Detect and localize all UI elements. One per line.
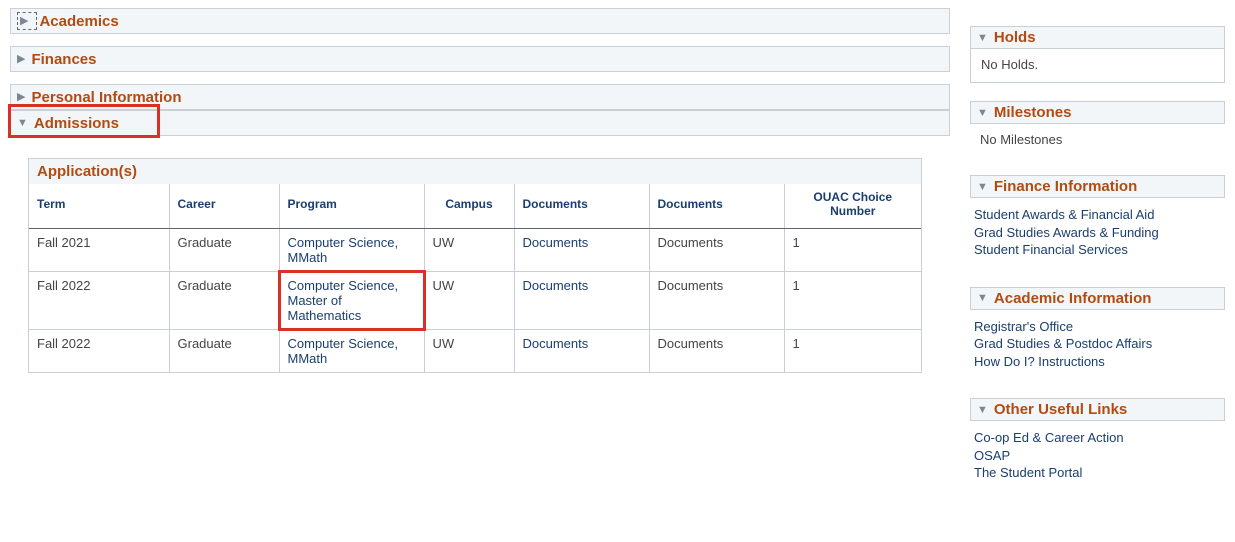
triangle-down-icon: ▼ bbox=[977, 32, 988, 44]
sidebar-other-body: Co-op Ed & Career Action OSAP The Studen… bbox=[970, 421, 1225, 492]
cell-term: Fall 2022 bbox=[29, 272, 169, 330]
cell-documents: Documents bbox=[649, 272, 784, 330]
documents-link[interactable]: Documents bbox=[523, 235, 589, 250]
cell-career: Graduate bbox=[169, 272, 279, 330]
cell-campus: UW bbox=[424, 330, 514, 373]
academic-link[interactable]: Grad Studies & Postdoc Affairs bbox=[974, 335, 1215, 353]
sidebar-holds: ▼ Holds No Holds. bbox=[970, 26, 1225, 83]
cell-campus: UW bbox=[424, 272, 514, 330]
cell-career: Graduate bbox=[169, 330, 279, 373]
th-documents: Documents bbox=[514, 184, 649, 229]
sidebar-milestones: ▼ Milestones No Milestones bbox=[970, 101, 1225, 157]
applications-panel: Application(s) Term Career Program Campu… bbox=[28, 158, 922, 373]
documents-link[interactable]: Documents bbox=[523, 278, 589, 293]
th-documents: Documents bbox=[649, 184, 784, 229]
academic-link[interactable]: How Do I? Instructions bbox=[974, 353, 1215, 371]
cell-documents: Documents bbox=[649, 330, 784, 373]
cell-term: Fall 2022 bbox=[29, 330, 169, 373]
focus-indicator: ▶ bbox=[17, 12, 37, 30]
sidebar-holds-header[interactable]: ▼ Holds bbox=[970, 26, 1225, 49]
program-link[interactable]: Computer Science, Master of Mathematics bbox=[288, 278, 399, 323]
triangle-down-icon: ▼ bbox=[977, 292, 988, 304]
table-row: Fall 2022 Graduate Computer Science, MMa… bbox=[29, 330, 921, 373]
section-label: Finances bbox=[31, 51, 96, 68]
th-career: Career bbox=[169, 184, 279, 229]
cell-documents: Documents bbox=[649, 229, 784, 272]
documents-link[interactable]: Documents bbox=[523, 336, 589, 351]
table-header-row: Term Career Program Campus Documents Doc… bbox=[29, 184, 921, 229]
sidebar-milestones-body: No Milestones bbox=[970, 124, 1225, 157]
section-label: Personal Information bbox=[31, 89, 181, 106]
applications-title: Application(s) bbox=[29, 159, 921, 184]
section-finances[interactable]: ▶ Finances bbox=[10, 46, 950, 72]
sidebar-academic-header[interactable]: ▼ Academic Information bbox=[970, 287, 1225, 310]
sidebar-title: Holds bbox=[994, 29, 1036, 46]
triangle-down-icon: ▼ bbox=[17, 118, 28, 129]
sidebar-holds-body: No Holds. bbox=[970, 49, 1225, 83]
section-personal[interactable]: ▶ Personal Information bbox=[10, 84, 950, 110]
section-admissions[interactable]: ▼ Admissions bbox=[10, 110, 950, 136]
finance-link[interactable]: Student Financial Services bbox=[974, 241, 1215, 259]
section-academics[interactable]: ▶ Academics bbox=[10, 8, 950, 34]
sidebar-title: Finance Information bbox=[994, 178, 1137, 195]
th-program: Program bbox=[279, 184, 424, 229]
other-link[interactable]: The Student Portal bbox=[974, 464, 1215, 482]
cell-ouac: 1 bbox=[784, 330, 921, 373]
sidebar-title: Academic Information bbox=[994, 290, 1152, 307]
sidebar-other: ▼ Other Useful Links Co-op Ed & Career A… bbox=[970, 398, 1225, 492]
triangle-right-icon: ▶ bbox=[20, 16, 28, 27]
cell-term: Fall 2021 bbox=[29, 229, 169, 272]
cell-career: Graduate bbox=[169, 229, 279, 272]
applications-table: Term Career Program Campus Documents Doc… bbox=[29, 184, 921, 372]
finance-link[interactable]: Grad Studies Awards & Funding bbox=[974, 224, 1215, 242]
holds-text: No Holds. bbox=[981, 57, 1038, 72]
th-term: Term bbox=[29, 184, 169, 229]
sidebar-other-header[interactable]: ▼ Other Useful Links bbox=[970, 398, 1225, 421]
cell-campus: UW bbox=[424, 229, 514, 272]
cell-ouac: 1 bbox=[784, 229, 921, 272]
sidebar-finance-body: Student Awards & Financial Aid Grad Stud… bbox=[970, 198, 1225, 269]
sidebar-finance: ▼ Finance Information Student Awards & F… bbox=[970, 175, 1225, 269]
th-ouac: OUAC Choice Number bbox=[784, 184, 921, 229]
section-label: Admissions bbox=[34, 115, 119, 132]
table-row: Fall 2022 Graduate Computer Science, Mas… bbox=[29, 272, 921, 330]
sidebar-title: Other Useful Links bbox=[994, 401, 1127, 418]
milestones-text: No Milestones bbox=[980, 132, 1062, 147]
th-campus: Campus bbox=[424, 184, 514, 229]
sidebar-finance-header[interactable]: ▼ Finance Information bbox=[970, 175, 1225, 198]
section-label: Academics bbox=[39, 13, 118, 30]
table-row: Fall 2021 Graduate Computer Science, MMa… bbox=[29, 229, 921, 272]
other-link[interactable]: OSAP bbox=[974, 447, 1215, 465]
sidebar-academic: ▼ Academic Information Registrar's Offic… bbox=[970, 287, 1225, 381]
program-link[interactable]: Computer Science, MMath bbox=[288, 336, 399, 366]
triangle-down-icon: ▼ bbox=[977, 107, 988, 119]
triangle-right-icon: ▶ bbox=[17, 92, 25, 103]
sidebar-milestones-header[interactable]: ▼ Milestones bbox=[970, 101, 1225, 124]
finance-link[interactable]: Student Awards & Financial Aid bbox=[974, 206, 1215, 224]
triangle-right-icon: ▶ bbox=[17, 54, 25, 65]
other-link[interactable]: Co-op Ed & Career Action bbox=[974, 429, 1215, 447]
sidebar-title: Milestones bbox=[994, 104, 1072, 121]
program-link[interactable]: Computer Science, MMath bbox=[288, 235, 399, 265]
triangle-down-icon: ▼ bbox=[977, 181, 988, 193]
academic-link[interactable]: Registrar's Office bbox=[974, 318, 1215, 336]
sidebar-academic-body: Registrar's Office Grad Studies & Postdo… bbox=[970, 310, 1225, 381]
cell-ouac: 1 bbox=[784, 272, 921, 330]
triangle-down-icon: ▼ bbox=[977, 404, 988, 416]
